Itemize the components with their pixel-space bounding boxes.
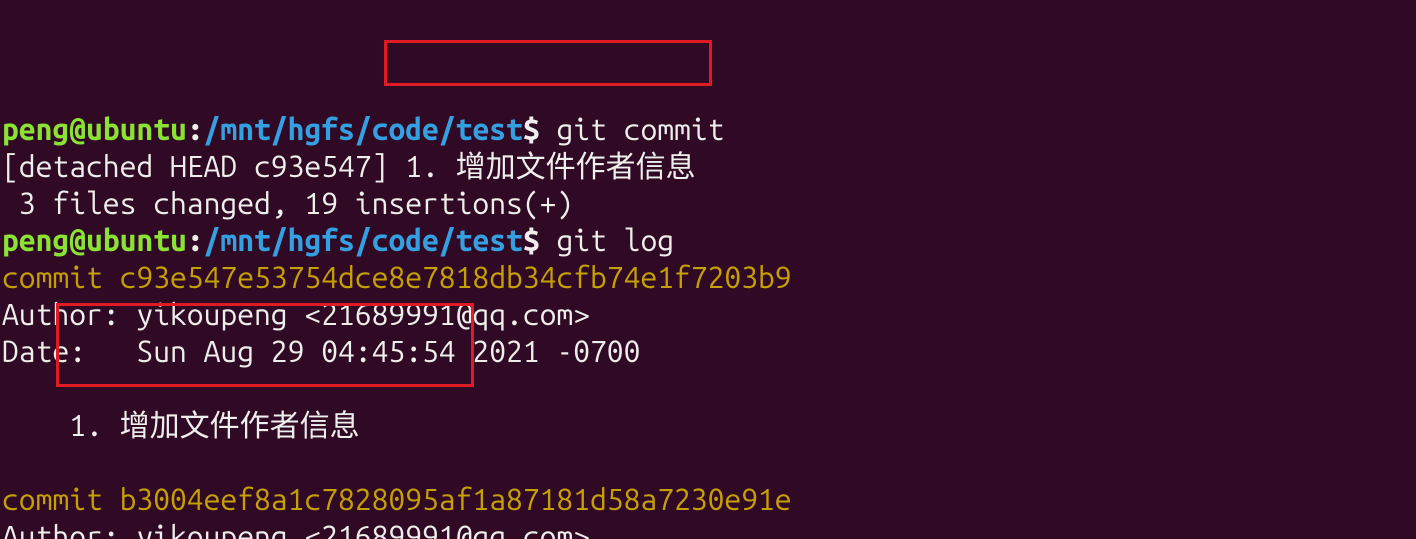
log-commit-hash-2: commit b3004eef8a1c7828095af1a87181d58a7… [2,482,792,516]
commit-stats: 3 files changed, 19 insertions(+) [2,186,573,220]
prompt-dollar: $ [523,223,557,257]
terminal[interactable]: peng@ubuntu:/mnt/hgfs/code/test$ git com… [0,111,1416,539]
prompt-path: /mnt/hgfs/code/test [204,223,523,257]
commit-summary-prefix: [detached HEAD c93e547] [2,149,388,183]
prompt-dollar: $ [523,112,557,146]
log-author-2: Author: yikoupeng <21689991@qq.com> [2,519,590,539]
log-date-1: Date: Sun Aug 29 04:45:54 2021 -0700 [2,334,640,368]
log-blank-1 [2,371,19,405]
prompt-host: ubuntu [86,223,187,257]
prompt-host: ubuntu [86,112,187,146]
log-blank-2 [2,445,19,479]
prompt-at: @ [69,112,86,146]
log-commit-hash-1: commit c93e547e53754dce8e7818db34cfb74e1… [2,260,792,294]
command-git-commit: git commit [556,112,724,146]
highlight-box-commit-msg [384,40,712,86]
prompt-user: peng [2,223,69,257]
log-msg-1: 1. 增加文件作者信息 [2,408,360,442]
prompt-colon: : [187,223,204,257]
command-git-log: git log [556,223,674,257]
log-author-1: Author: yikoupeng <21689991@qq.com> [2,297,590,331]
commit-summary-msg: 1. 增加文件作者信息 [388,149,695,183]
prompt-at: @ [69,223,86,257]
prompt-colon: : [187,112,204,146]
prompt-user: peng [2,112,69,146]
prompt-path: /mnt/hgfs/code/test [204,112,523,146]
